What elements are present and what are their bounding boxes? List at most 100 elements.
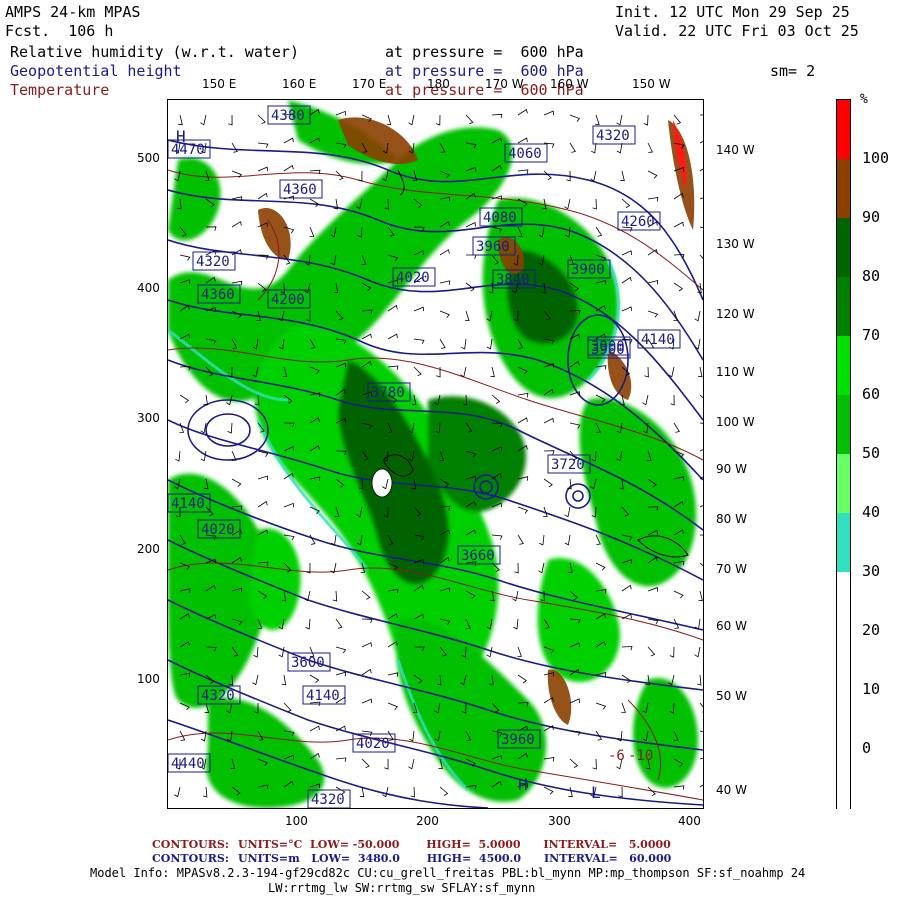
wind-barb xyxy=(335,618,343,629)
contour-label: 4320 xyxy=(311,792,345,808)
contour-label: 3900 xyxy=(571,262,605,278)
wind-barb xyxy=(486,338,493,350)
contour-label: 4320 xyxy=(596,128,630,144)
wind-barb xyxy=(200,114,207,126)
wind-barb xyxy=(595,562,606,571)
wind-barb xyxy=(335,757,347,762)
pressure-mark: H xyxy=(176,127,186,146)
wind-barb xyxy=(694,646,701,658)
lon-label-right: 100 W xyxy=(716,415,755,429)
wind-barb xyxy=(386,114,392,126)
lon-label-top: 150 E xyxy=(202,77,237,91)
wind-barb xyxy=(564,506,571,518)
lon-label-top: 150 W xyxy=(632,77,671,91)
lon-label-top: 170 E xyxy=(352,77,387,91)
wind-barb xyxy=(257,166,268,172)
footer-temp-label: CONTOURS: xyxy=(152,838,229,851)
wind-barb xyxy=(409,730,415,742)
wind-barb xyxy=(361,618,373,624)
wind-barb xyxy=(174,786,181,798)
contour-label: 3840 xyxy=(496,272,530,288)
colorbar-band xyxy=(837,690,850,750)
wind-barb xyxy=(175,450,181,462)
wind-barb xyxy=(564,534,571,546)
wind-barb xyxy=(439,280,451,285)
wind-barb xyxy=(517,506,529,514)
wind-barb xyxy=(413,306,424,312)
wind-barb xyxy=(361,758,370,769)
smoothing-label: sm= 2 xyxy=(770,62,816,80)
wind-barb xyxy=(517,417,528,424)
wind-barb xyxy=(252,674,259,686)
contour-label: 3780 xyxy=(371,385,405,401)
wind-barb xyxy=(621,198,631,208)
contour-label: 4140 xyxy=(306,688,340,704)
contour-label: 4060 xyxy=(508,146,542,162)
wind-barb xyxy=(699,197,703,200)
colorbar-label: 40 xyxy=(862,503,881,521)
wind-barb xyxy=(698,590,703,602)
wind-barb xyxy=(460,366,467,378)
colorbar-label: 60 xyxy=(862,385,881,403)
wind-barb xyxy=(227,422,233,434)
wind-barb xyxy=(517,137,528,144)
wind-barb xyxy=(309,674,320,684)
wind-barb xyxy=(699,422,703,424)
lon-label-top: 160 E xyxy=(282,77,317,91)
x-tick: 100 xyxy=(285,814,308,828)
colorbar-band xyxy=(837,100,850,160)
contour-label: 4140 xyxy=(171,496,205,512)
wind-barb xyxy=(228,114,233,126)
wind-barb xyxy=(513,618,519,630)
wind-barb xyxy=(699,757,703,760)
wind-barb xyxy=(699,114,703,116)
contour-label: 4380 xyxy=(271,108,305,124)
wind-barb xyxy=(543,170,552,181)
wind-barb xyxy=(387,304,398,312)
wind-barb xyxy=(699,505,703,508)
colorbar-label: 70 xyxy=(862,326,881,344)
wind-barb xyxy=(413,338,425,344)
map-figure: AMPS 24-km MPAS Fcst. 106 h Init. 12 UTC… xyxy=(0,0,900,900)
contour-label: 3720 xyxy=(551,457,585,473)
wind-barb xyxy=(699,702,703,713)
wind-barb xyxy=(699,449,703,452)
lon-label-right: 140 W xyxy=(716,143,755,157)
wind-barb xyxy=(231,221,242,228)
colorbar-band xyxy=(837,572,850,632)
wind-barb xyxy=(698,366,703,378)
lon-label-right: 90 W xyxy=(716,462,747,476)
rh-shading xyxy=(168,100,698,808)
wind-barb xyxy=(439,338,446,349)
wind-barb xyxy=(514,562,519,574)
temperature-label: -10 xyxy=(628,748,653,764)
wind-barb xyxy=(231,478,242,487)
wind-barb xyxy=(517,534,524,545)
wind-barb xyxy=(697,674,702,686)
contour-label: 4140 xyxy=(641,332,675,348)
wind-barb xyxy=(647,646,656,657)
x-tick: 200 xyxy=(416,814,439,828)
wind-barb xyxy=(647,197,659,202)
wind-barb xyxy=(618,786,623,798)
wind-barb xyxy=(590,170,597,182)
wind-barb xyxy=(647,170,658,179)
wind-barb xyxy=(439,249,450,256)
wind-barb xyxy=(387,702,398,710)
contour-label: 3660 xyxy=(461,548,495,564)
lon-label-top: 160 W xyxy=(550,77,589,91)
wind-barb xyxy=(564,198,571,210)
wind-barb xyxy=(668,366,675,378)
wind-barb xyxy=(595,114,600,125)
wind-barb xyxy=(178,114,183,126)
lon-label-right: 50 W xyxy=(716,689,747,703)
wind-barb xyxy=(568,786,573,798)
wind-barb xyxy=(387,333,398,340)
wind-barb xyxy=(539,534,545,546)
wind-barb xyxy=(408,114,415,126)
wind-barb xyxy=(699,534,703,536)
wind-barb xyxy=(673,590,684,599)
wind-barb xyxy=(642,394,649,406)
wind-barb xyxy=(673,221,684,228)
wind-barb xyxy=(491,534,503,540)
